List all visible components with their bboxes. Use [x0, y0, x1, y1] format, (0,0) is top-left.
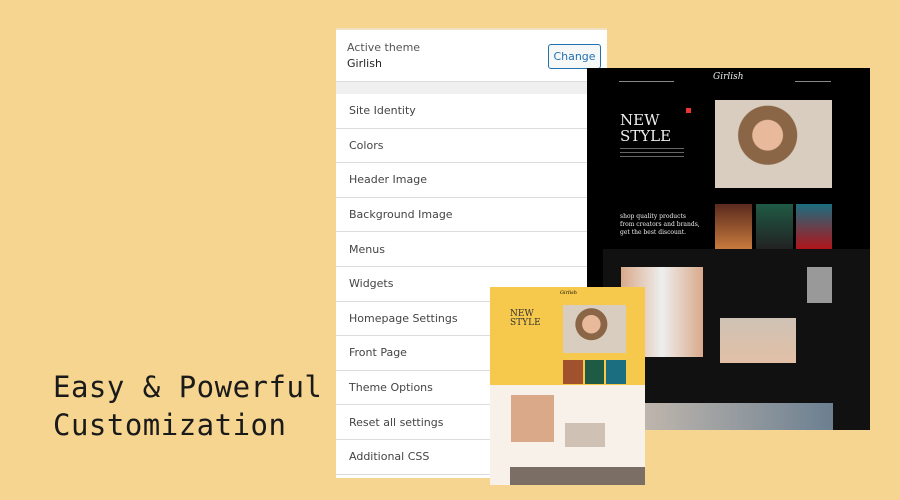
panel-item-colors[interactable]: Colors — [336, 129, 607, 164]
yellow-preview-logo: Girlish — [560, 290, 577, 296]
panel-item-site-identity[interactable]: Site Identity — [336, 94, 607, 129]
headline: Easy & Powerful Customization — [53, 368, 322, 444]
panel-item-menus[interactable]: Menus — [336, 232, 607, 267]
headline-line-1: Easy & Powerful — [53, 370, 323, 404]
preview-hero-line-1: NEW — [620, 111, 660, 129]
yellow-hero-line-2: STYLE — [510, 318, 541, 328]
change-theme-button[interactable]: Change — [548, 44, 601, 69]
hero-image — [715, 100, 832, 188]
yellow-theme-preview: Girlish NEW STYLE — [490, 287, 645, 485]
preview-tagline-2: from creators and brands, — [620, 221, 700, 228]
preview-tagline-3: get the best discount. — [620, 229, 687, 236]
preview-logo: Girlish — [713, 72, 744, 82]
divider — [336, 82, 607, 94]
panel-item-background-image[interactable]: Background Image — [336, 198, 607, 233]
active-theme-section: Active theme Girlish Change — [336, 30, 607, 82]
preview-tagline-1: shop quality products — [620, 213, 687, 220]
preview-hero-line-2: STYLE — [620, 127, 672, 145]
headline-line-2: Customization — [53, 408, 287, 442]
panel-item-header-image[interactable]: Header Image — [336, 163, 607, 198]
